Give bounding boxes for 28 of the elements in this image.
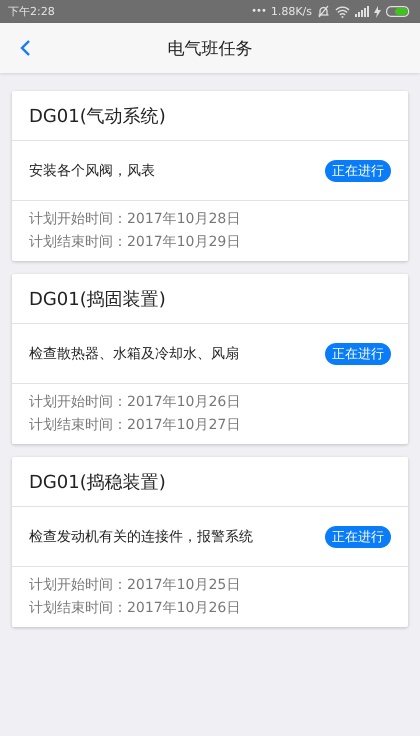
page-title: 电气班任务 [168, 38, 252, 60]
network-speed: 1.88K/s [270, 5, 312, 18]
status-badge: 正在进行 [325, 342, 391, 364]
task-title: DG01(气动系统) [29, 104, 166, 128]
end-date: 计划结束时间：2017年10月27日 [29, 416, 242, 434]
start-date: 计划开始时间：2017年10月26日 [29, 393, 242, 411]
status-dots: ••• [251, 6, 266, 17]
status-badge: 正在进行 [325, 160, 391, 182]
task-card[interactable]: DG01(气动系统) 安装各个风阀，风表 正在进行 计划开始时间：2017年10月28日 计划结束时间：2017年10月29日 [12, 91, 408, 261]
start-date: 计划开始时间：2017年10月25日 [29, 576, 242, 594]
task-description: 检查发动机有关的连接件，报警系统 [29, 528, 253, 546]
task-card[interactable]: DG01(捣固装置) 检查散热器、水箱及冷却水、风扇 正在进行 计划开始时间：2017年10月26日 计划结束时间：2017年10月27日 [12, 274, 408, 444]
back-icon[interactable] [19, 39, 31, 57]
status-badge: 正在进行 [325, 526, 391, 548]
status-time: 下午2:28 [8, 4, 55, 19]
battery-icon [386, 6, 410, 17]
end-date: 计划结束时间：2017年10月26日 [29, 599, 242, 617]
signal-icon [355, 6, 369, 17]
wifi-icon [335, 6, 350, 18]
task-card[interactable]: DG01(捣稳装置) 检查发动机有关的连接件，报警系统 正在进行 计划开始时间：2017年10月25日 计划结束时间：2017年10月26日 [12, 457, 408, 627]
start-date: 计划开始时间：2017年10月28日 [29, 210, 242, 228]
bell-off-icon [317, 5, 330, 18]
task-description: 检查散热器、水箱及冷却水、风扇 [29, 344, 239, 362]
charging-icon [374, 6, 381, 18]
task-title: DG01(捣稳装置) [29, 470, 166, 494]
task-title: DG01(捣固装置) [29, 288, 166, 310]
end-date: 计划结束时间：2017年10月29日 [29, 233, 242, 251]
task-description: 安装各个风阀，风表 [29, 162, 155, 180]
